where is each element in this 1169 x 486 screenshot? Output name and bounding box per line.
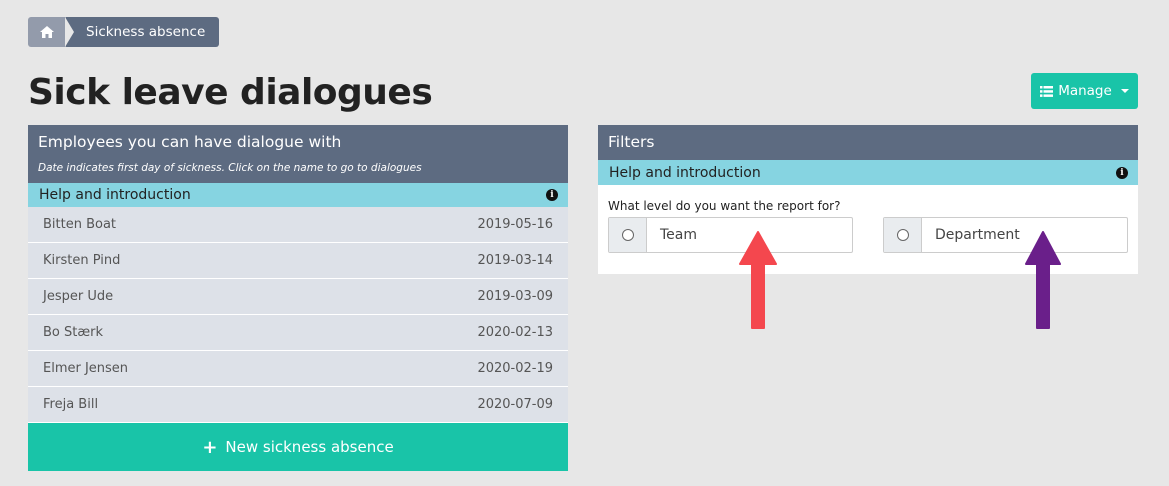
employees-panel: Employees you can have dialogue with Dat…: [28, 125, 568, 471]
employees-help-label: Help and introduction: [39, 187, 191, 203]
employee-row[interactable]: Kirsten Pind 2019-03-14: [28, 243, 568, 279]
info-icon[interactable]: i: [1116, 166, 1128, 179]
employee-row[interactable]: Bo Stærk 2020-02-13: [28, 315, 568, 351]
plus-icon: +: [202, 436, 218, 458]
new-sickness-absence-button[interactable]: + New sickness absence: [28, 423, 568, 471]
list-icon: [1040, 85, 1054, 97]
new-sickness-absence-label: New sickness absence: [225, 438, 394, 456]
employee-date: 2020-07-09: [477, 397, 553, 412]
radio-container[interactable]: [884, 218, 922, 252]
employee-date: 2019-03-09: [477, 289, 553, 304]
red-arrow-icon: [739, 231, 777, 329]
employee-date: 2019-05-16: [477, 217, 553, 232]
breadcrumb-separator: [65, 17, 74, 47]
breadcrumb-current[interactable]: Sickness absence: [64, 17, 220, 47]
team-label[interactable]: Team: [647, 218, 697, 252]
purple-arrow-icon: [1025, 231, 1061, 329]
employee-date: 2020-02-13: [477, 325, 553, 340]
employee-name[interactable]: Freja Bill: [43, 397, 98, 412]
employee-name[interactable]: Bitten Boat: [43, 217, 116, 232]
employee-row[interactable]: Jesper Ude 2019-03-09: [28, 279, 568, 315]
page-title: Sick leave dialogues: [28, 72, 433, 113]
report-level-question: What level do you want the report for?: [608, 199, 841, 213]
employee-name[interactable]: Kirsten Pind: [43, 253, 120, 268]
breadcrumb-home[interactable]: [28, 17, 66, 47]
radio-container[interactable]: [609, 218, 647, 252]
option-team[interactable]: Team: [608, 217, 853, 253]
department-label[interactable]: Department: [922, 218, 1020, 252]
employees-panel-title: Employees you can have dialogue with: [38, 133, 342, 151]
breadcrumb: Sickness absence: [28, 17, 220, 47]
employee-name[interactable]: Elmer Jensen: [43, 361, 128, 376]
employee-row[interactable]: Freja Bill 2020-07-09: [28, 387, 568, 423]
employee-name[interactable]: Jesper Ude: [43, 289, 113, 304]
filters-panel-title: Filters: [608, 133, 655, 151]
info-icon[interactable]: i: [546, 189, 558, 201]
employee-row[interactable]: Elmer Jensen 2020-02-19: [28, 351, 568, 387]
option-department[interactable]: Department: [883, 217, 1128, 253]
department-radio[interactable]: [896, 229, 909, 241]
manage-button-label: Manage: [1058, 83, 1112, 99]
employee-list: Bitten Boat 2019-05-16 Kirsten Pind 2019…: [28, 207, 568, 423]
home-icon: [40, 26, 54, 38]
caret-down-icon: [1120, 89, 1129, 93]
employee-date: 2019-03-14: [477, 253, 553, 268]
team-radio[interactable]: [621, 229, 634, 241]
employee-row[interactable]: Bitten Boat 2019-05-16: [28, 207, 568, 243]
employee-date: 2020-02-19: [477, 361, 553, 376]
filters-help-bar[interactable]: Help and introduction i: [598, 160, 1138, 185]
employees-help-bar[interactable]: Help and introduction i: [28, 183, 568, 207]
employees-panel-header: Employees you can have dialogue with Dat…: [28, 125, 568, 183]
employees-panel-subtitle: Date indicates first day of sickness. Cl…: [38, 162, 422, 174]
filters-help-label: Help and introduction: [609, 164, 761, 181]
filters-panel-header: Filters: [598, 125, 1138, 160]
employee-name[interactable]: Bo Stærk: [43, 325, 103, 340]
manage-button[interactable]: Manage: [1031, 73, 1138, 109]
